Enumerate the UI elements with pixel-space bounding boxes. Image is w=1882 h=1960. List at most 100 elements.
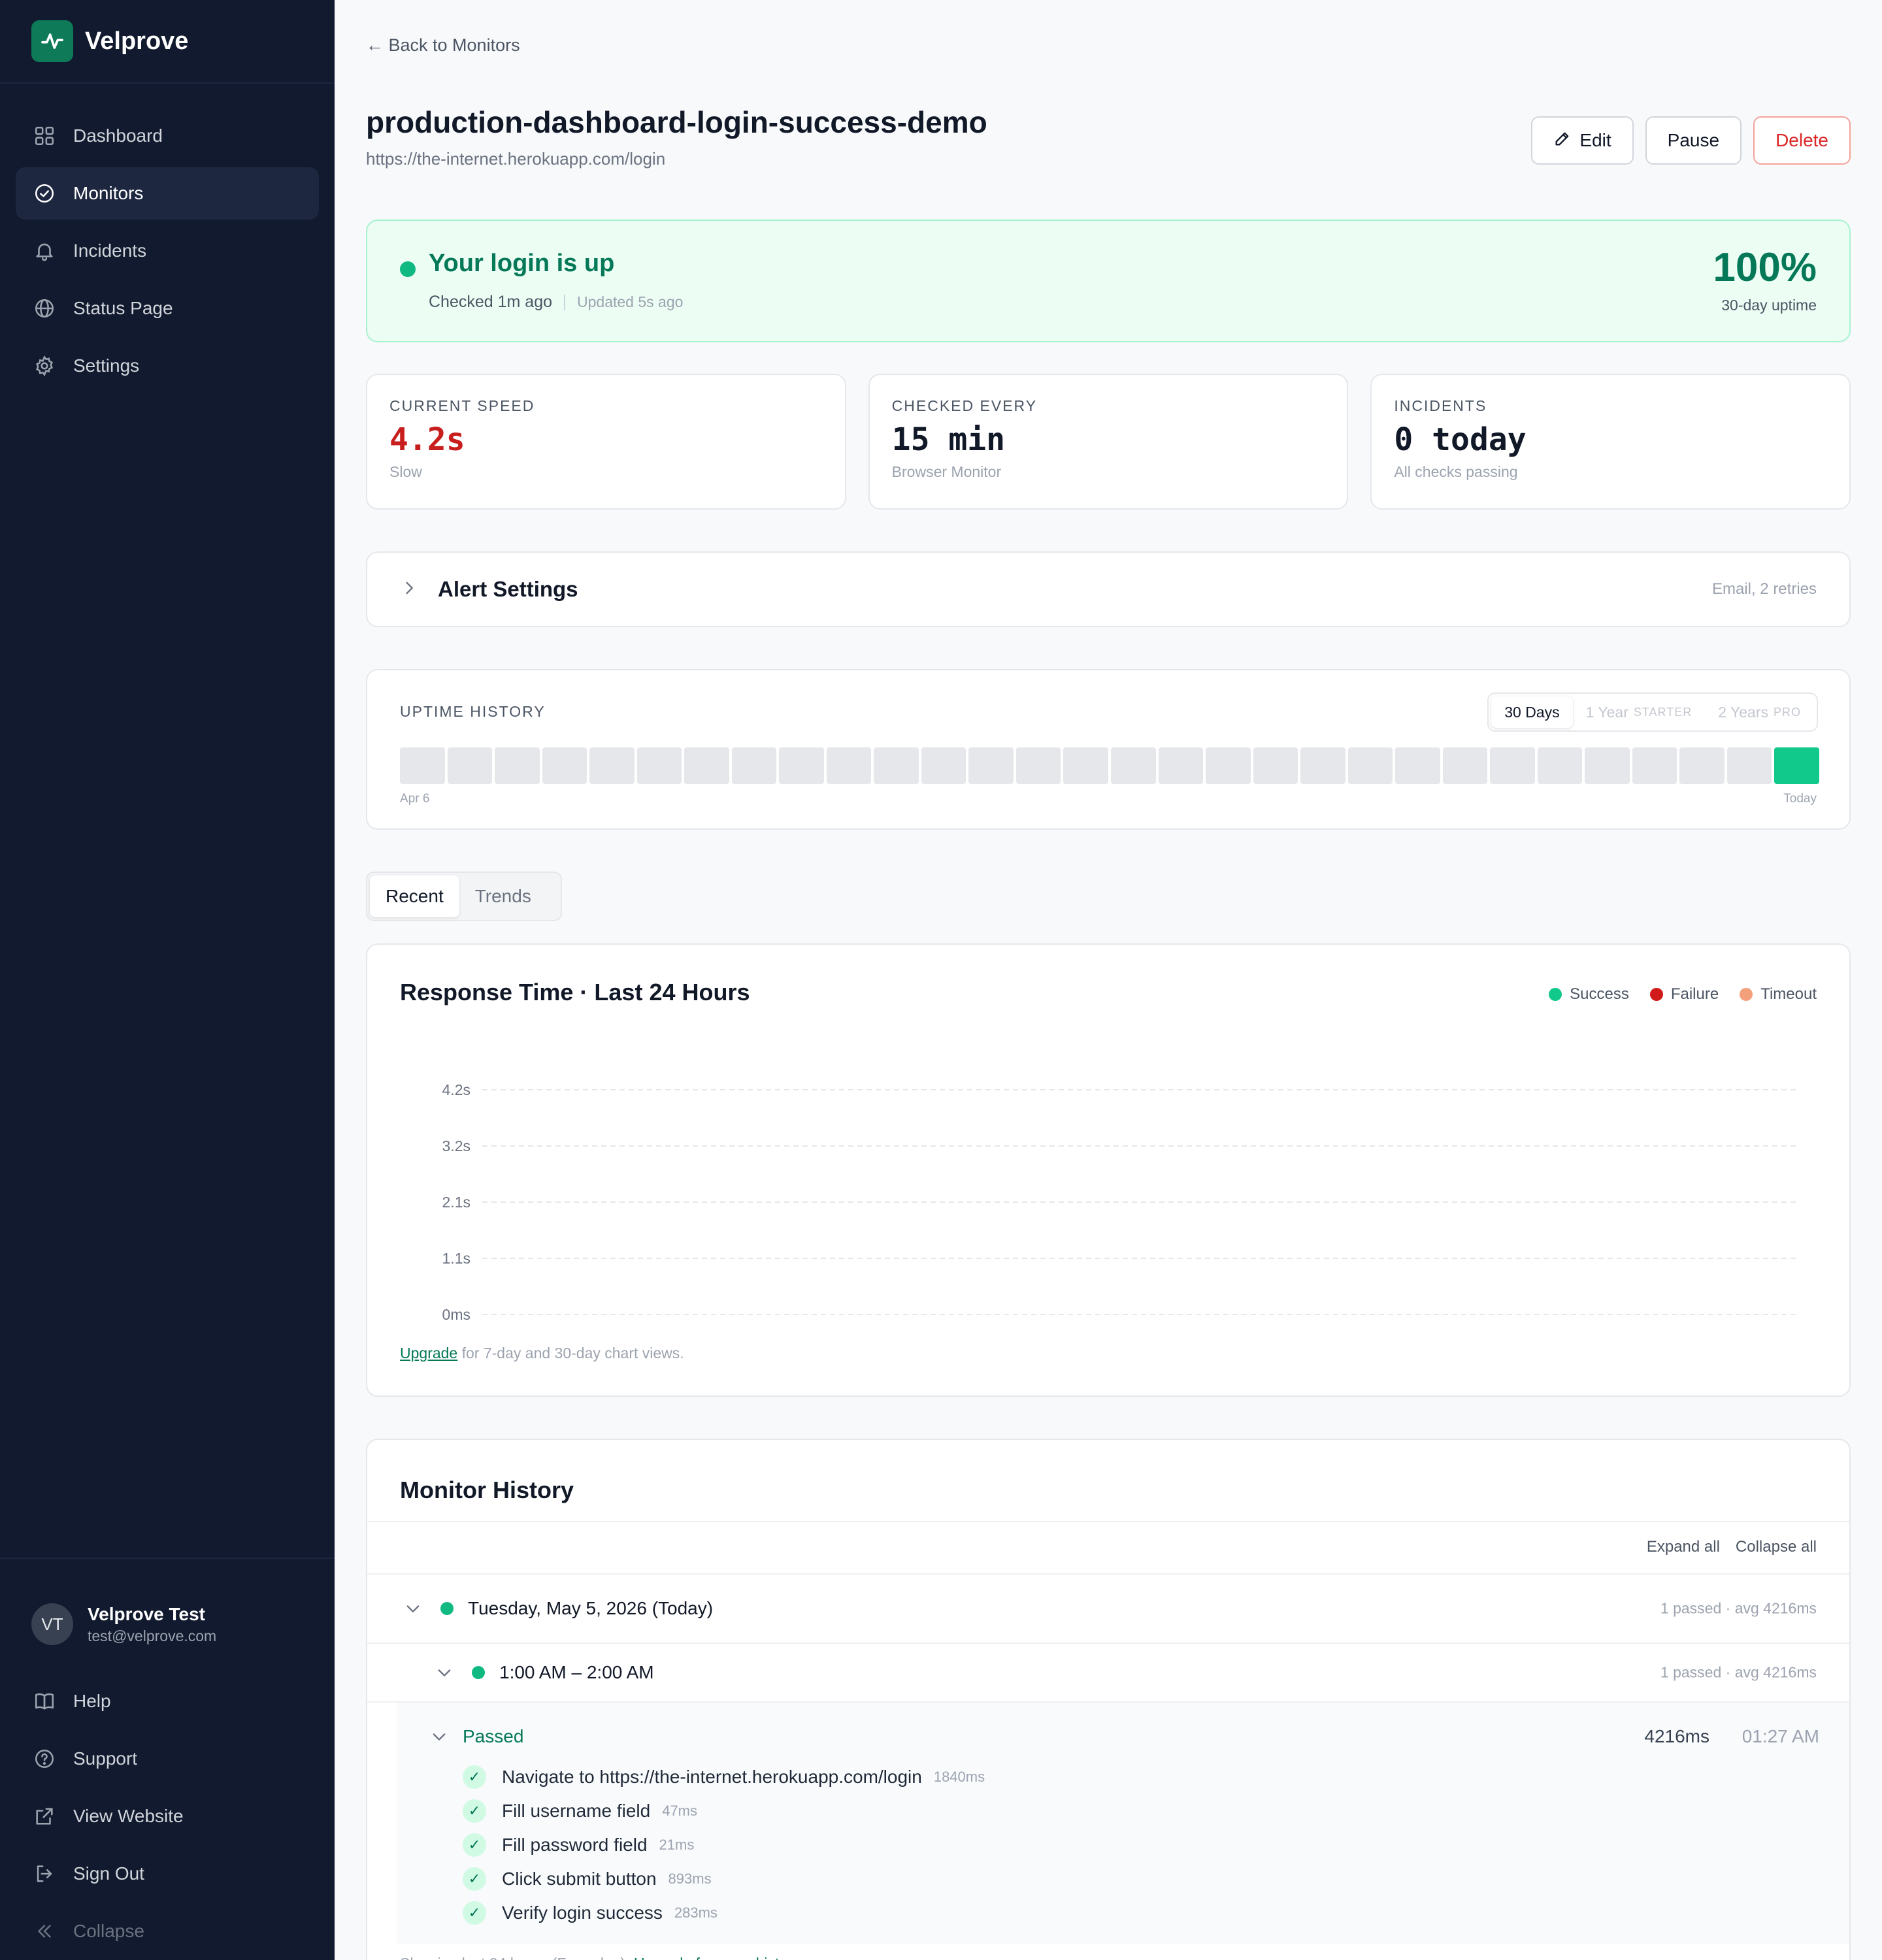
uptime-day-bar[interactable] — [1585, 747, 1630, 784]
sidebar-item-status-page[interactable]: Status Page — [16, 282, 319, 335]
uptime-day-bar[interactable] — [1300, 747, 1345, 784]
range-selector: 30 Days 1 Year STARTER 2 Years PRO — [1487, 693, 1818, 732]
check-icon: ✓ — [463, 1901, 486, 1925]
sidebar-item-label: Incidents — [73, 240, 147, 261]
last-checked: Checked 1m ago — [429, 293, 553, 311]
uptime-day-bar[interactable] — [1726, 747, 1772, 784]
check-circle-icon — [33, 182, 56, 205]
range-tab-1-year[interactable]: 1 Year STARTER — [1573, 696, 1706, 728]
sidebar-item-monitors[interactable]: Monitors — [16, 167, 319, 220]
chart-footer: Upgrade for 7-day and 30-day chart views… — [400, 1345, 684, 1362]
history-hour-row[interactable]: 1:00 AM – 2:00 AM 1 passed · avg 4216ms — [367, 1644, 1849, 1703]
collapse-all-button[interactable]: Collapse all — [1736, 1538, 1817, 1556]
support-link[interactable]: Support — [16, 1730, 319, 1788]
y-tick-label: 1.1s — [442, 1250, 470, 1267]
stat-sub: All checks passing — [1394, 463, 1518, 480]
uptime-day-bar[interactable] — [542, 747, 587, 784]
step-row: ✓ Verify login success 283ms — [463, 1896, 985, 1930]
uptime-day-bar[interactable] — [1679, 747, 1725, 784]
uptime-day-bar[interactable] — [589, 747, 635, 784]
legend-swatch — [1549, 988, 1562, 1001]
sidebar-item-settings[interactable]: Settings — [16, 340, 319, 392]
view-website-link[interactable]: View Website — [16, 1788, 319, 1845]
chart-footer-text: for 7-day and 30-day chart views. — [457, 1345, 684, 1362]
step-row: ✓ Fill password field 21ms — [463, 1828, 985, 1862]
edit-button[interactable]: Edit — [1531, 116, 1634, 165]
brand[interactable]: Velprove — [0, 0, 335, 84]
status-banner: Your login is up Checked 1m ago Updated … — [366, 220, 1851, 342]
upgrade-history-link[interactable]: Upgrade for more history — [634, 1955, 800, 1960]
check-time: 01:27 AM — [1742, 1726, 1819, 1746]
sidebar-item-incidents[interactable]: Incidents — [16, 225, 319, 277]
sidebar-item-dashboard[interactable]: Dashboard — [16, 110, 319, 162]
stat-card-current-speed: CURRENT SPEED 4.2s Slow — [366, 374, 846, 510]
uptime-day-bar[interactable] — [1015, 747, 1061, 784]
uptime-day-bar[interactable] — [1206, 747, 1251, 784]
collapse-label: Collapse — [73, 1921, 144, 1941]
legend-label: Timeout — [1760, 985, 1817, 1003]
uptime-day-bar[interactable] — [1347, 747, 1393, 784]
stat-card-incidents: INCIDENTS 0 today All checks passing — [1370, 374, 1851, 510]
check-steps: ✓ Navigate to https://the-internet.herok… — [463, 1760, 985, 1930]
y-tick-label: 4.2s — [442, 1081, 470, 1098]
uptime-day-bar[interactable] — [1537, 747, 1583, 784]
uptime-bars — [400, 747, 1819, 784]
uptime-day-bar[interactable] — [1442, 747, 1488, 784]
sign-out-button[interactable]: Sign Out — [16, 1845, 319, 1903]
uptime-day-bar[interactable] — [1632, 747, 1677, 784]
hour-label: 1:00 AM – 2:00 AM — [499, 1662, 654, 1682]
uptime-day-bar[interactable] — [447, 747, 493, 784]
history-footer-text: Showing last 24 hours (Free plan). — [400, 1955, 634, 1960]
uptime-day-bar[interactable] — [1158, 747, 1204, 784]
legend-item-timeout: Timeout — [1740, 985, 1817, 1004]
uptime-day-bar[interactable] — [495, 747, 540, 784]
range-tab-30-days[interactable]: 30 Days — [1491, 696, 1573, 728]
uptime-day-bar[interactable] — [636, 747, 682, 784]
collapse-sidebar-button[interactable]: Collapse — [16, 1903, 319, 1960]
legend-swatch — [1740, 988, 1753, 1001]
back-to-monitors-link[interactable]: ← Back to Monitors — [366, 35, 520, 56]
help-label: Help — [73, 1691, 111, 1711]
pause-button[interactable]: Pause — [1645, 116, 1742, 165]
uptime-day-bar[interactable] — [1063, 747, 1108, 784]
history-day-row[interactable]: Tuesday, May 5, 2026 (Today) 1 passed · … — [367, 1575, 1849, 1644]
upgrade-link[interactable]: Upgrade — [400, 1345, 457, 1362]
uptime-day-bar[interactable] — [1395, 747, 1440, 784]
legend-swatch — [1649, 988, 1663, 1001]
chevron-down-icon[interactable] — [430, 1727, 448, 1746]
help-link[interactable]: Help — [16, 1673, 319, 1730]
edit-label: Edit — [1579, 130, 1611, 150]
edit-icon — [1553, 129, 1572, 152]
check-status: Passed — [463, 1726, 524, 1746]
history-footer: Showing last 24 hours (Free plan). Upgra… — [400, 1955, 800, 1960]
uptime-day-bar[interactable] — [1490, 747, 1535, 784]
uptime-day-bar[interactable] — [1111, 747, 1156, 784]
check-icon: ✓ — [463, 1765, 486, 1789]
user-profile[interactable]: VT Velprove Test test@velprove.com — [0, 1559, 335, 1653]
day-label: Tuesday, May 5, 2026 (Today) — [468, 1598, 714, 1618]
tab-recent[interactable]: Recent — [370, 875, 459, 917]
uptime-day-bar[interactable] — [968, 747, 1014, 784]
check-icon: ✓ — [463, 1833, 486, 1857]
uptime-day-bar[interactable] — [731, 747, 777, 784]
uptime-day-bar[interactable] — [400, 747, 445, 784]
uptime-day-bar[interactable] — [1253, 747, 1298, 784]
uptime-day-bar[interactable] — [684, 747, 729, 784]
expand-all-button[interactable]: Expand all — [1647, 1538, 1720, 1556]
alert-settings-toggle[interactable]: Alert Settings Email, 2 retries — [366, 551, 1851, 627]
stat-value: 0 today — [1394, 421, 1527, 458]
uptime-day-bar[interactable] — [874, 747, 919, 784]
uptime-day-bar[interactable] — [826, 747, 872, 784]
monitor-header: production-dashboard-login-success-demo … — [366, 105, 1851, 183]
uptime-day-bar[interactable] — [1774, 747, 1819, 784]
range-label: 2 Years — [1718, 703, 1768, 721]
grid-icon — [33, 124, 56, 148]
uptime-day-bar[interactable] — [779, 747, 824, 784]
legend-item-failure: Failure — [1649, 985, 1719, 1004]
pulse-logo-icon — [31, 20, 73, 62]
uptime-day-bar[interactable] — [921, 747, 966, 784]
delete-button[interactable]: Delete — [1753, 116, 1851, 165]
alert-settings-summary: Email, 2 retries — [1711, 580, 1817, 598]
range-tab-2-years[interactable]: 2 Years PRO — [1705, 696, 1814, 728]
tab-trends[interactable]: Trends — [459, 875, 547, 917]
